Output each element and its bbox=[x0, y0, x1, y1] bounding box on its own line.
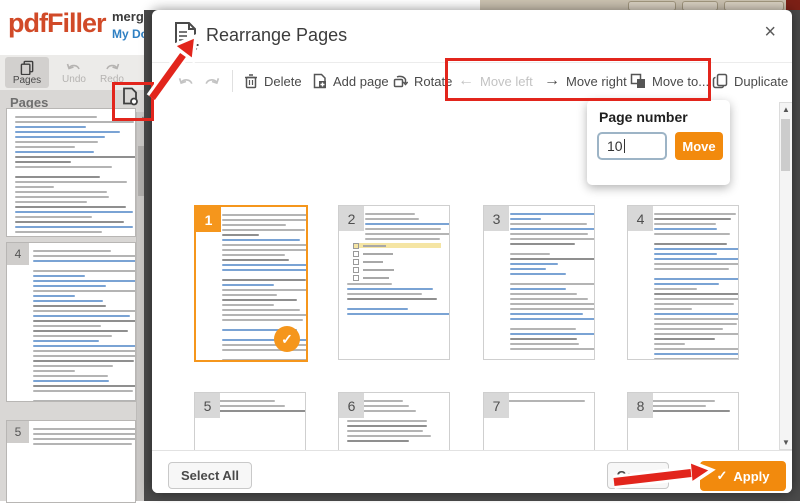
add-page-button[interactable]: Add page bbox=[312, 62, 389, 100]
duplicate-icon bbox=[712, 73, 728, 89]
gear-icon bbox=[185, 38, 199, 52]
rotate-icon bbox=[393, 75, 408, 88]
select-all-label: Select All bbox=[180, 468, 240, 483]
page-thumbnail-content bbox=[7, 109, 135, 236]
background-toolbar bbox=[480, 0, 800, 11]
sidebar-page-thumbnail[interactable] bbox=[6, 108, 136, 237]
add-page-label: Add page bbox=[333, 73, 389, 89]
modal-toolbar: Delete Add page Rotate ← Move left → Mov… bbox=[152, 62, 792, 101]
page-thumbnail-4[interactable]: 4 bbox=[627, 205, 739, 360]
add-page-icon bbox=[313, 73, 326, 89]
page-thumbnail-3[interactable]: 3 bbox=[483, 205, 595, 360]
move-to-label: Move to... bbox=[652, 73, 710, 89]
rotate-label: Rotate bbox=[414, 73, 453, 89]
move-to-button[interactable]: Move to... bbox=[630, 62, 709, 100]
nav-pages-button[interactable]: Pages bbox=[5, 57, 49, 88]
page-number-badge: 4 bbox=[628, 206, 653, 231]
cancel-button[interactable]: Cancel bbox=[607, 462, 669, 489]
page-number-badge: 4 bbox=[7, 243, 29, 265]
duplicate-button[interactable]: Duplicate bbox=[712, 62, 788, 100]
duplicate-label: Duplicate bbox=[734, 73, 789, 89]
arrow-right-icon: → bbox=[544, 72, 560, 89]
rotate-button[interactable]: Rotate bbox=[392, 62, 452, 100]
nav-pages-label: Pages bbox=[12, 74, 42, 86]
move-button-label: Move bbox=[682, 138, 716, 154]
sidebar-page-thumbnail-4[interactable]: 4 bbox=[6, 242, 136, 402]
redo-icon bbox=[106, 63, 120, 70]
undo-icon bbox=[66, 63, 80, 70]
page-number-badge: 6 bbox=[339, 393, 364, 418]
scroll-up-icon[interactable]: ▲ bbox=[782, 105, 790, 114]
move-button[interactable]: Move bbox=[675, 132, 723, 160]
rearrange-pages-modal: Rearrange Pages × Delete Add page Rotate… bbox=[152, 10, 792, 493]
modal-title: Rearrange Pages bbox=[206, 25, 348, 45]
move-right-button[interactable]: → Move right bbox=[544, 62, 627, 100]
undo-icon bbox=[178, 77, 193, 84]
text-caret bbox=[623, 139, 625, 153]
page-thumbnail-1[interactable]: 1 ✓ bbox=[194, 205, 308, 362]
rearrange-pages-button[interactable] bbox=[117, 85, 143, 111]
delete-label: Delete bbox=[264, 73, 302, 89]
move-to-icon bbox=[630, 73, 645, 88]
page-thumbnail-content bbox=[7, 243, 135, 401]
move-left-label: Move left bbox=[480, 73, 533, 89]
check-icon: ✓ bbox=[716, 468, 728, 483]
modal-header: Rearrange Pages × bbox=[152, 10, 792, 63]
move-right-label: Move right bbox=[566, 73, 627, 89]
page-number-badge: 8 bbox=[628, 393, 653, 418]
page-number-badge: 5 bbox=[195, 393, 220, 418]
page-number-popover: Page number 10 Move bbox=[587, 100, 730, 185]
close-icon[interactable]: × bbox=[764, 22, 776, 42]
pdffiller-logo: pdfFiller bbox=[8, 8, 106, 38]
pages-icon bbox=[20, 60, 33, 75]
move-left-button[interactable]: ← Move left bbox=[458, 62, 533, 100]
modal-footer: Select All Cancel ✓ Apply bbox=[152, 450, 792, 493]
modal-scrollbar-thumb[interactable] bbox=[781, 119, 790, 171]
page-number-label: Page number bbox=[599, 109, 688, 125]
page-number-badge: 3 bbox=[484, 206, 509, 231]
sidebar-page-thumbnail-5[interactable]: 5 bbox=[6, 420, 136, 503]
select-all-button[interactable]: Select All bbox=[168, 462, 252, 489]
toolbar-divider bbox=[232, 70, 233, 92]
nav-undo-label: Undo bbox=[62, 74, 86, 85]
selected-check-icon: ✓ bbox=[274, 326, 300, 352]
page-thumbnail-2[interactable]: 2 bbox=[338, 205, 450, 360]
modal-scrollbar[interactable]: ▲ ▼ bbox=[779, 102, 792, 450]
page-number-badge: 1 bbox=[196, 207, 221, 232]
cancel-label: Cancel bbox=[616, 468, 660, 483]
nav-redo-button[interactable]: Redo bbox=[90, 57, 134, 88]
page-number-input[interactable]: 10 bbox=[597, 132, 667, 160]
redo-icon bbox=[205, 77, 220, 84]
nav-redo-label: Redo bbox=[100, 74, 124, 85]
page-number-value: 10 bbox=[607, 138, 623, 154]
page-settings-icon bbox=[123, 87, 138, 106]
redo-button[interactable] bbox=[203, 62, 220, 100]
apply-label: Apply bbox=[733, 468, 770, 484]
apply-button[interactable]: ✓ Apply bbox=[700, 461, 786, 491]
page-thumbnail-content bbox=[484, 210, 594, 359]
arrow-left-icon: ← bbox=[458, 72, 474, 89]
page-number-badge: 7 bbox=[484, 393, 509, 418]
undo-button[interactable] bbox=[178, 62, 195, 100]
trash-icon bbox=[245, 74, 257, 89]
rearrange-pages-icon bbox=[175, 22, 199, 52]
page-thumbnail-content bbox=[628, 210, 738, 359]
scroll-down-icon[interactable]: ▼ bbox=[782, 438, 790, 447]
page-number-badge: 5 bbox=[7, 421, 29, 443]
delete-button[interactable]: Delete bbox=[244, 62, 302, 100]
page-number-badge: 2 bbox=[339, 206, 364, 231]
